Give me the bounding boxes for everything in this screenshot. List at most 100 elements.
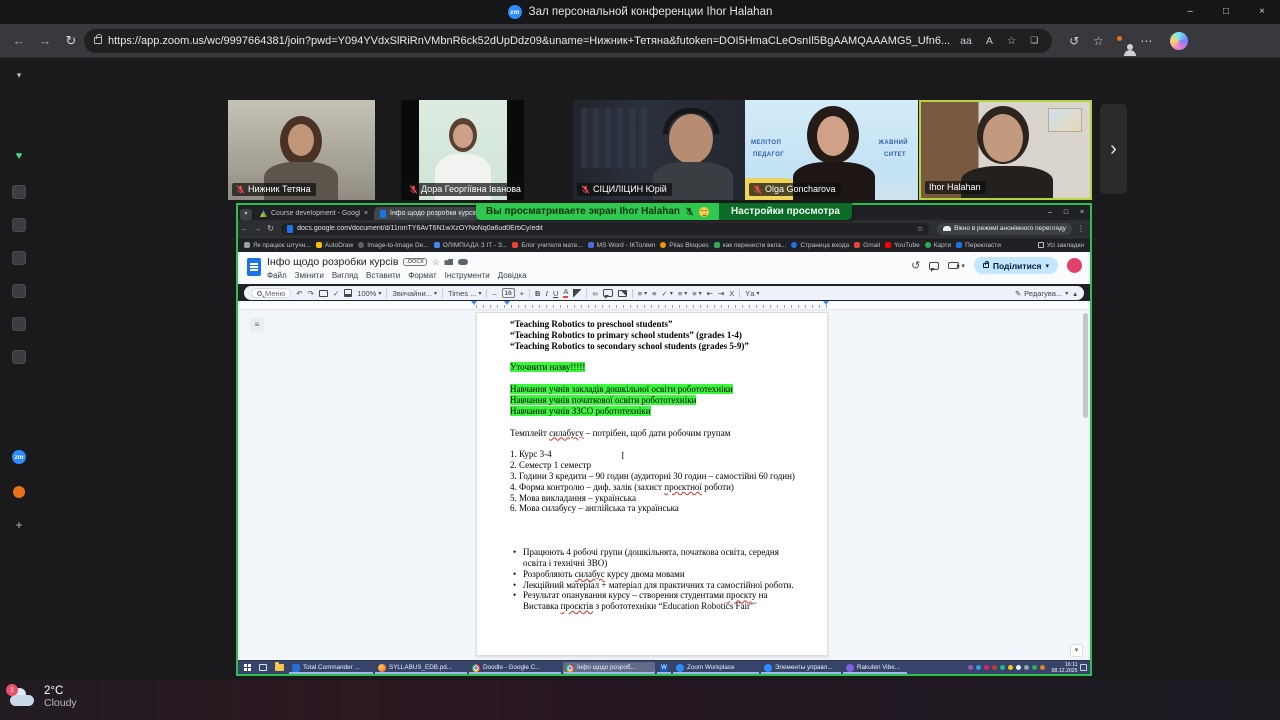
- favorite-star-icon[interactable]: ☆: [1003, 35, 1020, 47]
- tray-icon[interactable]: [1016, 665, 1022, 671]
- comments-icon[interactable]: [929, 262, 939, 270]
- highlight-color-button[interactable]: [573, 289, 581, 297]
- add-icon[interactable]: +: [15, 518, 22, 532]
- paint-format-icon[interactable]: [344, 289, 352, 297]
- line-spacing-icon[interactable]: ≡: [652, 289, 656, 298]
- shared-screen[interactable]: ▾ Course development - Googl... × Інфо щ…: [236, 203, 1092, 676]
- reload-icon[interactable]: ↻: [264, 224, 277, 233]
- move-folder-icon[interactable]: [444, 259, 453, 265]
- incognito-indicator[interactable]: Вікно в режимі анонімного перегляду: [937, 223, 1072, 235]
- menu-search-button[interactable]: Меню: [251, 288, 291, 298]
- meet-presentation-icon[interactable]: ▾: [948, 262, 965, 270]
- favorites-icon[interactable]: ☆: [1086, 34, 1110, 48]
- url-text[interactable]: https://app.zoom.us/wc/9997664381/join?p…: [108, 35, 950, 47]
- forward-icon[interactable]: →: [32, 33, 58, 48]
- bookmark-item[interactable]: Як працює штучн...: [244, 242, 311, 249]
- read-aloud-icon[interactable]: A: [982, 35, 997, 47]
- print-icon[interactable]: [319, 290, 328, 297]
- insert-link-icon[interactable]: ∞: [592, 289, 597, 298]
- view-settings-button[interactable]: Настройки просмотра: [719, 203, 852, 220]
- zoom-select[interactable]: 100%▾: [357, 289, 381, 298]
- doc-title[interactable]: Інфо щодо розробки курсів: [267, 256, 398, 268]
- back-icon[interactable]: ←: [238, 224, 251, 233]
- insert-image-icon[interactable]: [618, 290, 627, 297]
- taskbar-total-commander[interactable]: Total Commander ...: [289, 662, 373, 674]
- document-canvas[interactable]: ≡ “Teaching Robotics to preschool studen…: [238, 310, 1090, 660]
- bold-button[interactable]: B: [535, 289, 540, 298]
- bookmark-item[interactable]: Image-to-Image De...: [358, 242, 428, 249]
- collapse-toolbar-icon[interactable]: ▴: [1073, 289, 1077, 298]
- text-color-button[interactable]: A: [563, 288, 568, 298]
- heart-icon[interactable]: ♥: [16, 150, 23, 162]
- next-participants-button[interactable]: ›: [1100, 104, 1127, 194]
- bookmark-item[interactable]: Gmail: [854, 242, 880, 249]
- bookmark-item[interactable]: Перекласти: [956, 242, 1001, 249]
- app-shortcut-6[interactable]: [12, 350, 26, 364]
- italic-button[interactable]: I: [545, 289, 548, 298]
- menu-edit[interactable]: Змінити: [295, 271, 324, 280]
- taskbar-docs-window-active[interactable]: Інфо щодо розроб...: [563, 662, 655, 674]
- inner-close-button[interactable]: ×: [1074, 209, 1090, 216]
- tab-course-development[interactable]: Course development - Googl... ×: [254, 207, 374, 220]
- forward-icon[interactable]: →: [251, 224, 264, 233]
- back-icon[interactable]: ←: [6, 33, 32, 48]
- menu-file[interactable]: Файл: [267, 271, 287, 280]
- bookmark-item[interactable]: YouTube: [885, 242, 920, 249]
- participant-tile[interactable]: МЕЛІТОП ЖАВНИЙ ПЕДАГОГ СИТЕТ Olga Goncha…: [745, 100, 918, 200]
- menu-tools[interactable]: Інструменти: [445, 271, 490, 280]
- reload-icon[interactable]: ↻: [58, 33, 84, 49]
- numbered-list-button[interactable]: ≡▾: [692, 289, 701, 298]
- right-margin-marker[interactable]: [823, 301, 829, 308]
- taskbar-syllabus-pdf[interactable]: SYLLABUS_EDB.pd...: [375, 662, 467, 674]
- app-shortcut-5[interactable]: [12, 317, 26, 331]
- app-shortcut-1[interactable]: [12, 185, 26, 199]
- bookmark-item[interactable]: как перенести вкла...: [714, 242, 787, 249]
- font-select[interactable]: Times ...▾: [448, 289, 482, 298]
- bookmark-item[interactable]: AutoDraw: [316, 242, 354, 249]
- inner-show-desktop[interactable]: [1080, 664, 1087, 671]
- inner-address-bar[interactable]: docs.google.com/document/d/11nmTY6AvT6N1…: [281, 223, 929, 235]
- split-screen-icon[interactable]: ❏: [1026, 35, 1042, 46]
- translate-icon[interactable]: аа: [956, 35, 976, 47]
- tray-icon[interactable]: [1032, 665, 1038, 671]
- inner-url-text[interactable]: docs.google.com/document/d/11nmTY6AvT6N1…: [297, 225, 913, 232]
- maximize-button[interactable]: □: [1208, 0, 1244, 24]
- weather-widget[interactable]: 1 2°C Cloudy: [10, 685, 77, 709]
- inner-menu-icon[interactable]: ⋮: [1077, 224, 1085, 233]
- left-margin-marker[interactable]: [471, 301, 477, 308]
- taskbar-doodle-chrome[interactable]: Doodle - Google C...: [469, 662, 561, 674]
- inner-task-view-icon[interactable]: [256, 662, 270, 674]
- inner-clock[interactable]: 16:11 08.12.2025: [1052, 662, 1078, 674]
- star-doc-icon[interactable]: ☆: [432, 257, 440, 268]
- taskbar-word-icon[interactable]: W: [657, 662, 671, 674]
- font-size-increase[interactable]: +: [520, 289, 524, 298]
- participant-tile[interactable]: СІЦИЛІЦИН Юрій: [573, 100, 745, 200]
- tray-icon[interactable]: [1008, 665, 1014, 671]
- menu-help[interactable]: Довідка: [498, 271, 527, 280]
- taskbar-viber[interactable]: Rakuten Vibe...: [843, 662, 907, 674]
- underline-button[interactable]: U: [553, 289, 558, 298]
- minimize-button[interactable]: –: [1172, 0, 1208, 24]
- share-button[interactable]: Поділитися ▾: [974, 257, 1058, 274]
- scroll-down-button[interactable]: ▾: [1070, 644, 1083, 657]
- close-button[interactable]: ×: [1244, 0, 1280, 24]
- browser-essentials-icon[interactable]: ↺: [1062, 34, 1086, 48]
- app-shortcut-2[interactable]: [12, 218, 26, 232]
- record-dot-icon[interactable]: [13, 486, 25, 498]
- settings-more-icon[interactable]: ⋯: [1134, 34, 1158, 48]
- undo-icon[interactable]: ↶: [296, 289, 302, 298]
- bookmark-star-icon[interactable]: ☆: [917, 225, 923, 233]
- bookmark-item[interactable]: Pilas Bloques: [660, 242, 708, 249]
- font-size-decrease[interactable]: –: [492, 289, 496, 298]
- bullet-list-button[interactable]: ≡▾: [678, 289, 687, 298]
- menu-view[interactable]: Вигляд: [332, 271, 358, 280]
- redo-icon[interactable]: ↷: [308, 289, 314, 298]
- tray-icon[interactable]: [992, 665, 998, 671]
- taskbar-zoom-controls[interactable]: Элементы управл...: [761, 662, 841, 674]
- zoom-shortcut-icon[interactable]: zm: [12, 450, 26, 464]
- copilot-icon[interactable]: [1170, 32, 1188, 50]
- inner-file-explorer-icon[interactable]: [272, 662, 287, 674]
- docs-logo-icon[interactable]: [247, 258, 261, 276]
- editing-mode-button[interactable]: ✎Редагува...▾: [1015, 289, 1068, 298]
- text-tools-button[interactable]: Yа▾: [745, 289, 759, 298]
